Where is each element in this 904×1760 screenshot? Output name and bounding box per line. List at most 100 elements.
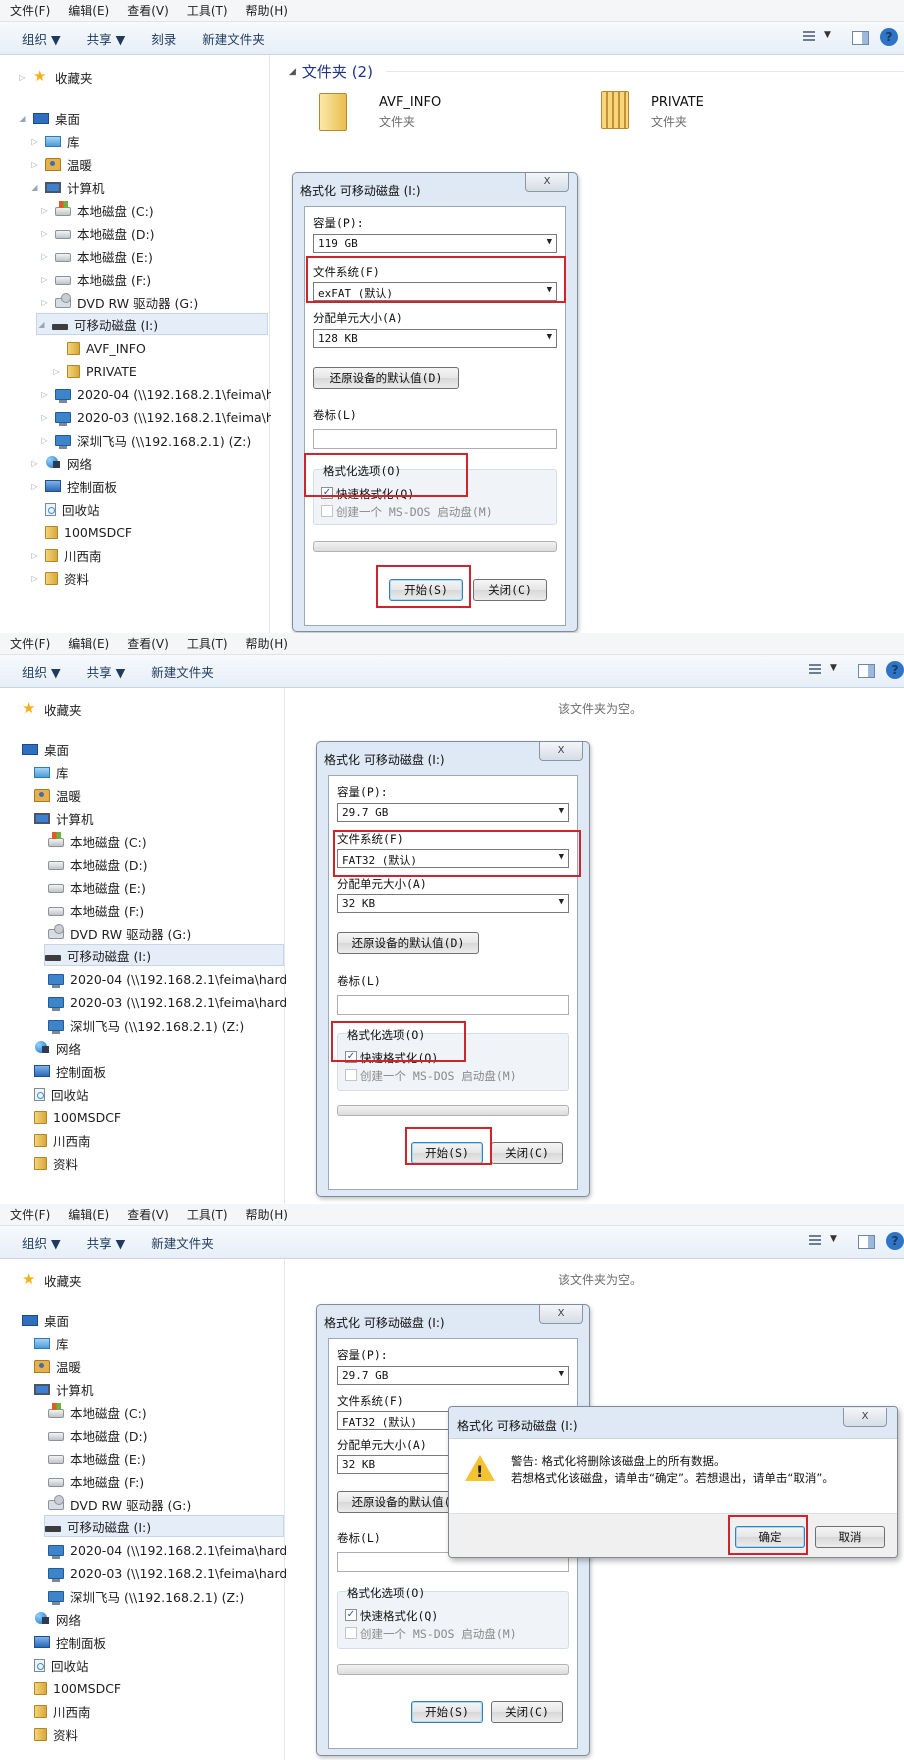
nav-library[interactable]: 库 [34,1332,69,1354]
filesystem-select[interactable]: exFAT (默认) ▼ [313,282,557,301]
nav-ziliao[interactable]: 资料 [34,1723,78,1745]
nav-net-z[interactable]: ▷ 深圳飞马 (\\192.168.2.1) (Z:) [40,429,251,451]
quick-format-checkbox[interactable]: ✓ [321,487,333,499]
close-button[interactable]: 关闭(C) [491,1142,563,1164]
nav-network[interactable]: 网络 [34,1037,81,1059]
organize-button[interactable]: 组织 ▼ [22,1233,61,1252]
nav-ziliao[interactable]: ▷ 资料 [30,567,89,589]
restore-defaults-button[interactable]: 还原设备的默认值(D) [313,367,459,389]
preview-pane-icon[interactable] [854,659,878,681]
nav-computer[interactable]: ◢ 计算机 [30,176,104,198]
burn-button[interactable]: 刻录 [151,29,176,48]
nav-control-panel[interactable]: 控制面板 [34,1060,106,1082]
nav-avf-info[interactable]: AVF_INFO [52,337,146,359]
start-button[interactable]: 开始(S) [411,1701,483,1723]
preview-pane-icon[interactable] [848,26,872,48]
filesystem-select[interactable]: FAT32 (默认)▼ [337,849,569,868]
nav-private[interactable]: ▷ PRIVATE [52,360,136,382]
menu-tools[interactable]: 工具(T) [187,1206,228,1223]
nav-disk-c[interactable]: 本地磁盘 (C:) [48,830,147,852]
nav-net-2020-03[interactable]: 2020-03 (\\192.168.2.1\feima\hardwa [48,1562,305,1584]
nav-library[interactable]: ▷ 库 [30,130,79,152]
capacity-select[interactable]: 119 GB ▼ [313,234,557,253]
menu-view[interactable]: 查看(V) [127,1206,169,1223]
nav-net-2020-03[interactable]: 2020-03 (\\192.168.2.1\feima\hardwa [48,991,305,1013]
nav-net-z[interactable]: 深圳飞马 (\\192.168.2.1) (Z:) [48,1014,244,1036]
menu-file[interactable]: 文件(F) [10,635,50,652]
nav-net-2020-04[interactable]: ▷ 2020-04 (\\192.168.2.1\feima\hardw [40,383,305,405]
nav-dvd[interactable]: DVD RW 驱动器 (G:) [48,922,191,944]
nav-favorites[interactable]: 收藏夹 [22,698,82,720]
close-button[interactable]: 关闭(C) [473,579,547,601]
nav-dvd[interactable]: ▷ DVD RW 驱动器 (G:) [40,291,198,313]
nav-dvd[interactable]: DVD RW 驱动器 (G:) [48,1493,191,1515]
nav-net-z[interactable]: 深圳飞马 (\\192.168.2.1) (Z:) [48,1585,244,1607]
nav-100msdcf[interactable]: 100MSDCF [34,1106,121,1128]
menu-view[interactable]: 查看(V) [127,635,169,652]
nav-desktop[interactable]: 桌面 [22,1309,69,1331]
nav-control-panel[interactable]: 控制面板 [34,1631,106,1653]
view-options-icon[interactable] [800,26,840,48]
close-icon[interactable]: X [539,1305,583,1324]
menu-edit[interactable]: 编辑(E) [68,635,109,652]
close-icon[interactable]: X [525,173,569,192]
nav-removable[interactable]: ◢ 可移动磁盘 (I:) [36,313,268,335]
close-icon[interactable]: X [539,742,583,761]
nav-user[interactable]: 温暖 [34,1355,81,1377]
menu-file[interactable]: 文件(F) [10,1206,50,1223]
view-options-icon[interactable] [806,659,846,681]
capacity-select[interactable]: 29.7 GB ▼ [337,803,569,822]
nav-disk-f[interactable]: 本地磁盘 (F:) [48,1470,144,1492]
new-folder-button[interactable]: 新建文件夹 [151,662,214,681]
nav-disk-d[interactable]: ▷ 本地磁盘 (D:) [40,222,154,244]
nav-chuanxinan[interactable]: ▷ 川西南 [30,544,102,566]
share-button[interactable]: 共享 ▼ [87,1233,126,1252]
nav-network[interactable]: 网络 [34,1608,81,1630]
nav-recycle-bin[interactable]: 回收站 [30,498,100,520]
nav-chuanxinan[interactable]: 川西南 [34,1129,91,1151]
nav-favorites[interactable]: ▷收藏夹 [18,66,92,88]
menu-view[interactable]: 查看(V) [127,2,169,19]
menu-edit[interactable]: 编辑(E) [68,1206,109,1223]
nav-computer[interactable]: 计算机 [34,807,94,829]
nav-disk-c[interactable]: 本地磁盘 (C:) [48,1401,147,1423]
menu-tools[interactable]: 工具(T) [187,635,228,652]
help-icon[interactable]: ? [886,661,904,679]
nav-favorites[interactable]: 收藏夹 [22,1269,82,1291]
nav-library[interactable]: 库 [34,761,69,783]
menu-edit[interactable]: 编辑(E) [68,2,109,19]
nav-disk-e[interactable]: ▷ 本地磁盘 (E:) [40,245,152,267]
close-button[interactable]: 关闭(C) [491,1701,563,1723]
folder-name[interactable]: PRIVATE [651,95,704,110]
folder-name[interactable]: AVF_INFO [379,95,441,110]
menu-help[interactable]: 帮助(H) [246,1206,288,1223]
nav-100msdcf[interactable]: 100MSDCF [30,521,132,543]
menu-help[interactable]: 帮助(H) [246,2,288,19]
start-button[interactable]: 开始(S) [411,1142,483,1164]
nav-user[interactable]: ▷ 温暖 [30,153,92,175]
nav-disk-f[interactable]: ▷ 本地磁盘 (F:) [40,268,151,290]
quick-format-checkbox[interactable]: ✓ [345,1051,357,1063]
new-folder-button[interactable]: 新建文件夹 [151,1233,214,1252]
nav-net-2020-03[interactable]: ▷ 2020-03 (\\192.168.2.1\feima\hardw [40,406,305,428]
nav-disk-d[interactable]: 本地磁盘 (D:) [48,1424,148,1446]
nav-net-2020-04[interactable]: 2020-04 (\\192.168.2.1\feima\hardwa [48,1539,305,1561]
nav-recycle-bin[interactable]: 回收站 [34,1654,89,1676]
nav-disk-e[interactable]: 本地磁盘 (E:) [48,1447,146,1469]
nav-disk-f[interactable]: 本地磁盘 (F:) [48,899,144,921]
nav-100msdcf[interactable]: 100MSDCF [34,1677,121,1699]
capacity-select[interactable]: 29.7 GB ▼ [337,1366,569,1385]
nav-removable[interactable]: 可移动磁盘 (I:) [44,1515,284,1537]
share-button[interactable]: 共享 ▼ [87,662,126,681]
organize-button[interactable]: 组织 ▼ [22,662,61,681]
menu-tools[interactable]: 工具(T) [187,2,228,19]
nav-ziliao[interactable]: 资料 [34,1152,78,1174]
nav-disk-c[interactable]: ▷ 本地磁盘 (C:) [40,199,154,221]
alloc-select[interactable]: 128 KB ▼ [313,329,557,348]
new-folder-button[interactable]: 新建文件夹 [202,29,265,48]
help-icon[interactable]: ? [880,28,898,46]
share-button[interactable]: 共享 ▼ [87,29,126,48]
folder-icon[interactable] [319,93,347,131]
nav-control-panel[interactable]: ▷ 控制面板 [30,475,117,497]
nav-disk-e[interactable]: 本地磁盘 (E:) [48,876,146,898]
